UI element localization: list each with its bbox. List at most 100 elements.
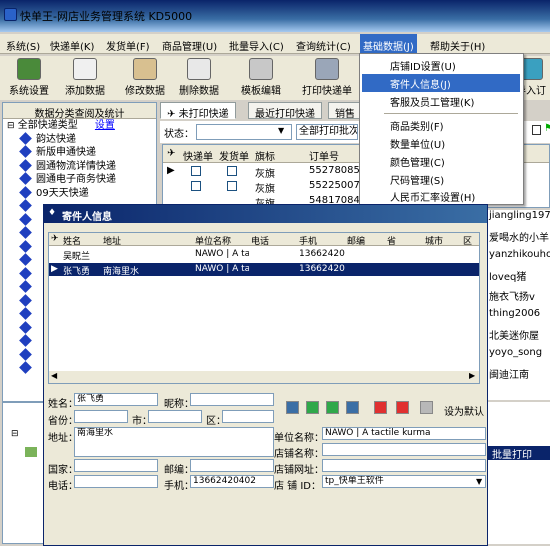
diamond-icon — [19, 266, 32, 280]
tree-root[interactable]: ⊟ 全部快递类型 设置 — [7, 119, 156, 133]
add-data-button[interactable]: 添加数据 — [60, 58, 110, 98]
edit-data-button[interactable]: 修改数据 — [120, 58, 170, 98]
print-express-button[interactable]: 打印快递单 — [302, 58, 352, 98]
menu-help[interactable]: 帮助关于(H) — [430, 38, 485, 53]
flag-cell: 灰旗 — [255, 184, 275, 195]
table-row[interactable]: 吴眖兰 NAWO | A tac 13662420402 — [49, 248, 479, 262]
menu-express[interactable]: 快递单(K) — [50, 38, 94, 53]
template-edit-button[interactable]: 模板编辑 — [236, 58, 286, 98]
menu-item-category[interactable]: 商品类别(F) — [362, 116, 520, 134]
menu-import[interactable]: 批量导入(C) — [229, 38, 284, 53]
shop-name-field[interactable] — [322, 443, 486, 456]
collapse-icon[interactable]: ⊟ — [11, 429, 19, 439]
checkbox[interactable] — [191, 166, 201, 176]
col-flag[interactable]: 旗标 — [255, 148, 275, 163]
nickname-field[interactable] — [190, 393, 274, 406]
tree-item[interactable]: 09天天快递 — [7, 185, 156, 201]
scroll-right-icon[interactable]: ▶ — [469, 371, 475, 380]
tab-unprinted[interactable]: ✈ 未打印快递 — [160, 102, 236, 120]
menu-item-sender-info[interactable]: 寄件人信息(J) — [362, 74, 520, 92]
tab-recent-printed[interactable]: 最近打印快递 — [248, 102, 322, 120]
menu-products[interactable]: 商品管理(U) — [162, 38, 217, 53]
menu-query[interactable]: 查询统计(C) — [296, 38, 351, 53]
tree-item[interactable]: 韵达快递 — [7, 131, 156, 147]
last-record-icon[interactable] — [346, 401, 359, 414]
name-field[interactable]: 张飞勇 — [74, 393, 158, 406]
col-province[interactable]: 省 — [387, 234, 396, 247]
bottom-right-panel: 批量打印 — [488, 402, 550, 544]
col-city[interactable]: 城市 — [425, 234, 443, 247]
menu-item-exchange-rate[interactable]: 人民币汇率设置(H) — [362, 187, 520, 205]
address-field[interactable]: 南海里水 — [74, 427, 274, 457]
table-row[interactable]: ▶ 张飞勇 南海里水 NAWO | A tac 13662420402 — [49, 263, 479, 277]
checkbox[interactable] — [532, 125, 541, 135]
menu-basic-data[interactable]: 基础数据(J) — [360, 34, 417, 54]
col-company[interactable]: 单位名称 — [195, 234, 231, 247]
col-order[interactable]: 订单号 — [309, 148, 339, 163]
system-settings-button[interactable]: 系统设置 — [4, 58, 54, 98]
menu-item-staff[interactable]: 客服及员工管理(K) — [362, 92, 520, 110]
menu-system[interactable]: 系统(S) — [6, 38, 40, 53]
country-field[interactable] — [74, 459, 158, 472]
city-field[interactable] — [148, 410, 202, 423]
checkbox[interactable] — [191, 181, 201, 191]
col-express[interactable]: 快递单 — [183, 148, 213, 163]
col-zip[interactable]: 邮编 — [347, 234, 365, 247]
grid-header-icon: ✈ — [167, 148, 176, 159]
tree-item[interactable]: 圆通电子商务快递 — [7, 172, 156, 187]
delete-record-icon[interactable] — [396, 401, 409, 414]
next-record-icon[interactable] — [326, 401, 339, 414]
zip-field[interactable] — [190, 459, 274, 472]
tree-item[interactable]: 新版申通快递 — [7, 145, 156, 160]
tree-item[interactable]: 圆通物流详情快递 — [7, 158, 156, 174]
col-mobile[interactable]: 手机 — [299, 234, 317, 247]
window-title: 快单王-网店业务管理系统 KD5000 — [20, 10, 193, 23]
diamond-icon — [19, 145, 32, 158]
edit-icon — [133, 58, 157, 80]
shop-id-label: 店 铺 ID： — [274, 481, 322, 492]
sender-grid: ✈ 姓名 地址 单位名称 电话 手机 邮编 省 城市 区 吴眖兰 NAWO | … — [48, 232, 480, 384]
horizontal-scrollbar[interactable]: ◀ ▶ — [49, 371, 479, 383]
menu-item-color[interactable]: 颜色管理(C) — [362, 152, 520, 170]
template-icon — [249, 58, 273, 80]
mobile-cell: 13662420402 — [299, 264, 345, 274]
diamond-icon — [19, 172, 32, 185]
diamond-icon — [19, 226, 32, 239]
first-record-icon[interactable] — [286, 401, 299, 414]
company-cell: NAWO | A tac — [195, 249, 249, 259]
shop-url-field[interactable] — [322, 459, 486, 472]
menu-shipping[interactable]: 发货单(F) — [106, 38, 150, 53]
col-shipping[interactable]: 发货单 — [219, 148, 249, 163]
print-batch-select[interactable]: 全部打印批次 — [296, 124, 358, 140]
checkbox[interactable] — [227, 166, 237, 176]
phone-field[interactable] — [74, 475, 158, 488]
col-address[interactable]: 地址 — [103, 234, 121, 247]
mobile-field[interactable]: 13662420402 — [190, 475, 274, 488]
settings-link[interactable]: 设置 — [95, 120, 115, 131]
delete-data-button[interactable]: 删除数据 — [174, 58, 224, 98]
province-field[interactable] — [74, 410, 128, 423]
chevron-down-icon[interactable]: ▼ — [278, 126, 284, 135]
district-field[interactable] — [222, 410, 274, 423]
add-record-icon[interactable] — [374, 401, 387, 414]
prev-record-icon[interactable] — [306, 401, 319, 414]
menu-item-unit[interactable]: 数量单位(U) — [362, 134, 520, 152]
diamond-icon — [19, 185, 32, 199]
chevron-down-icon[interactable]: ▼ — [476, 477, 482, 486]
set-default-button[interactable]: 设为默认 — [444, 403, 484, 418]
save-record-icon[interactable] — [420, 401, 433, 414]
batch-print-label[interactable]: 批量打印 — [488, 446, 550, 461]
tab-sales[interactable]: 销售 — [328, 102, 362, 120]
col-phone[interactable]: 电话 — [251, 234, 269, 247]
menu-item-shop-id[interactable]: 店铺ID设置(U) — [362, 56, 520, 74]
col-district[interactable]: 区 — [463, 234, 472, 247]
diamond-icon — [19, 280, 32, 293]
shop-id-select[interactable]: tp_快单王软件 — [322, 475, 486, 488]
collapse-icon: ⊟ — [7, 121, 15, 131]
col-name[interactable]: 姓名 — [63, 234, 81, 247]
company-field[interactable]: NAWO | A tactile kurma — [322, 427, 486, 440]
menu-item-size[interactable]: 尺码管理(S) — [362, 170, 520, 188]
scroll-left-icon[interactable]: ◀ — [51, 371, 57, 380]
shop-name-label: 店铺名称： — [274, 449, 324, 460]
checkbox[interactable] — [227, 181, 237, 191]
